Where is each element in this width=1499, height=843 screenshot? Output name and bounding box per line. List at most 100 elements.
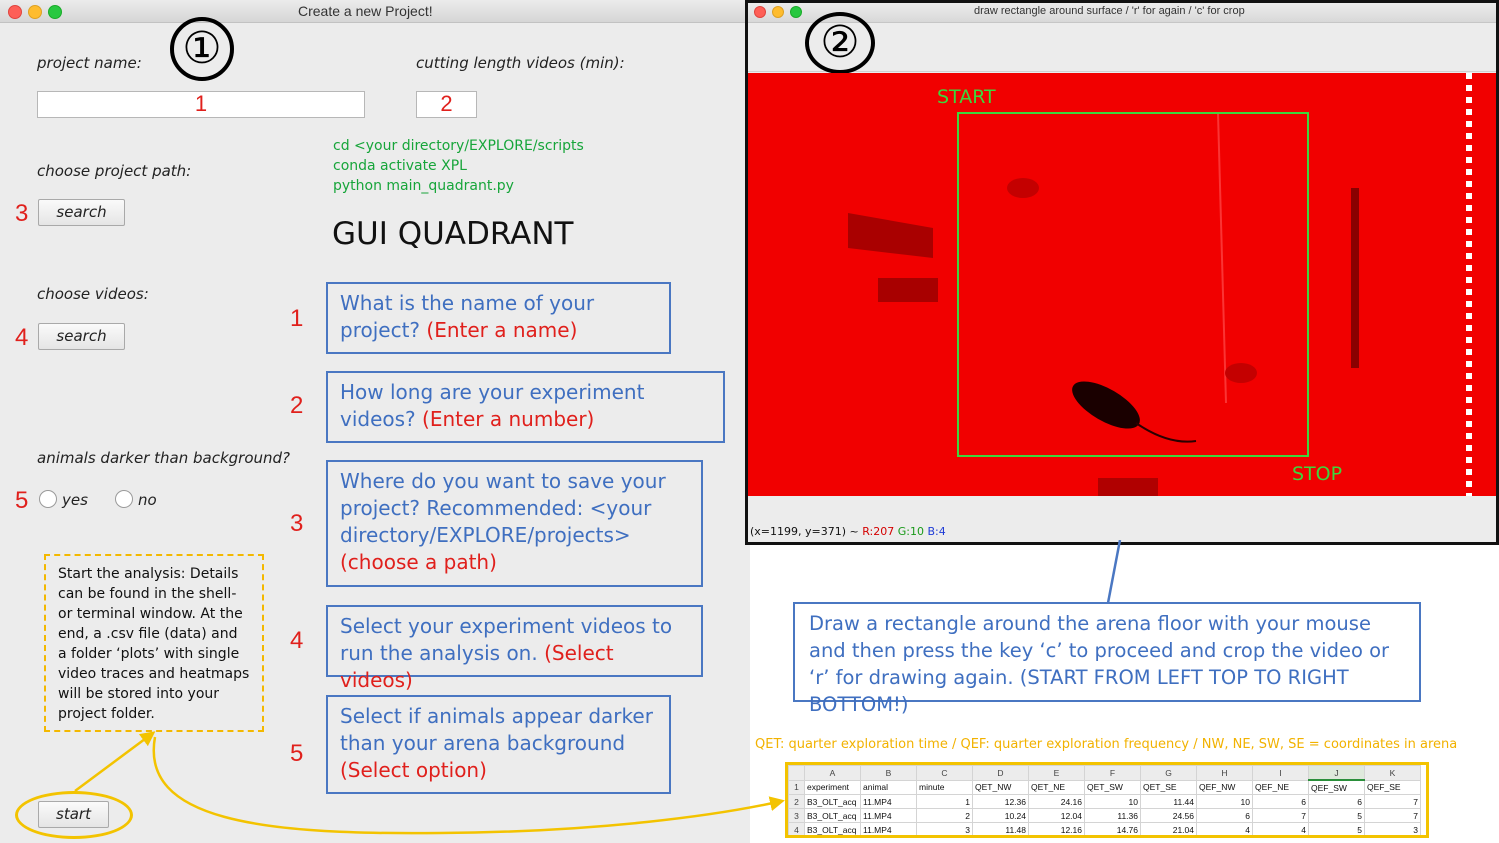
explanation-box-5: Select if animals appear darker than you… (326, 695, 671, 794)
step-marker-2: ② (805, 12, 875, 74)
sheet-column-header[interactable]: D (972, 765, 1029, 781)
close-window-button[interactable] (8, 5, 22, 19)
sheet-cell[interactable]: 7 (1364, 808, 1421, 823)
no-radio[interactable] (115, 490, 133, 508)
sheet-cell[interactable]: experiment (804, 779, 861, 795)
sheet-cell[interactable]: QET_NW (972, 779, 1029, 795)
start-note-box: Start the analysis: Details can be found… (44, 554, 264, 732)
maximize-window-button[interactable] (790, 6, 802, 18)
window-titlebar: Create a new Project! (0, 0, 750, 23)
sheet-cell[interactable]: minute (916, 779, 973, 795)
sheet-column-header[interactable]: F (1084, 765, 1141, 781)
sheet-column-header[interactable]: I (1252, 765, 1309, 781)
maximize-window-button[interactable] (48, 5, 62, 19)
sheet-row-number[interactable]: 4 (788, 822, 805, 835)
sheet-cell[interactable]: 3 (916, 822, 973, 835)
sheet-cell[interactable]: 6 (1308, 794, 1365, 809)
sheet-cell[interactable]: QET_NE (1028, 779, 1085, 795)
no-radio-label: no (138, 491, 157, 509)
sheet-cell[interactable]: QEF_SE (1364, 779, 1421, 795)
explanation-number-4: 4 (290, 627, 304, 654)
sheet-cell[interactable]: QEF_NE (1252, 779, 1309, 795)
sheet-cell[interactable]: 10 (1084, 794, 1141, 809)
sheet-cell[interactable]: 1 (916, 794, 973, 809)
pixel-r-value: R:207 (862, 525, 895, 538)
sheet-cell[interactable]: 3 (1364, 822, 1421, 835)
sheet-cell[interactable]: 6 (1196, 808, 1253, 823)
connector-line (1106, 540, 1122, 604)
sheet-row-number[interactable]: 3 (788, 808, 805, 823)
explanation-number-2: 2 (290, 392, 304, 419)
sheet-cell[interactable]: 21.04 (1140, 822, 1197, 835)
sheet-cell[interactable]: B3_OLT_acq (804, 794, 861, 809)
explanation-box-2: How long are your experiment videos? (En… (326, 371, 725, 443)
sheet-cell[interactable]: 2 (916, 808, 973, 823)
sheet-cell[interactable]: B3_OLT_acq (804, 822, 861, 835)
sheet-cell[interactable]: 12.16 (1028, 822, 1085, 835)
sheet-row-number[interactable]: 2 (788, 794, 805, 809)
explanation-action: (Select option) (340, 758, 487, 782)
yes-radio-label: yes (62, 491, 88, 509)
sheet-column-header[interactable] (788, 765, 805, 781)
sheet-cell[interactable]: 12.36 (972, 794, 1029, 809)
sheet-cell[interactable]: 10 (1196, 794, 1253, 809)
sheet-cell[interactable]: 11.MP4 (860, 822, 917, 835)
sheet-column-header[interactable]: C (916, 765, 973, 781)
sheet-cell[interactable]: 7 (1364, 794, 1421, 809)
sheet-column-header[interactable]: A (804, 765, 861, 781)
start-button[interactable]: start (38, 801, 109, 828)
legend-text: QET: quarter exploration time / QEF: qua… (755, 737, 1458, 752)
step-number-4: 4 (15, 324, 29, 351)
sheet-cell[interactable]: QET_SW (1084, 779, 1141, 795)
sheet-cell[interactable]: animal (860, 779, 917, 795)
sheet-column-header[interactable]: E (1028, 765, 1085, 781)
explanation-box-1: What is the name of your project? (Enter… (326, 282, 671, 354)
sheet-cell[interactable]: 7 (1252, 808, 1309, 823)
explanation-action: (Enter a name) (426, 318, 578, 342)
sheet-cell[interactable]: 11.44 (1140, 794, 1197, 809)
videos-search-button[interactable]: search (38, 323, 125, 350)
sheet-cell[interactable]: 24.16 (1028, 794, 1085, 809)
sheet-cell[interactable]: QET_SE (1140, 779, 1197, 795)
sheet-cell[interactable]: 12.04 (1028, 808, 1085, 823)
close-window-button[interactable] (754, 6, 766, 18)
step-number-5: 5 (15, 487, 29, 514)
explanation-text: Select your experiment videos to run the… (340, 614, 673, 665)
sheet-column-header[interactable]: H (1196, 765, 1253, 781)
explanation-action: (Enter a number) (422, 407, 595, 431)
table-row: 2 B3_OLT_acq 11.MP4 1 12.36 24.16 10 11.44 10 6 6 7 (788, 794, 1421, 809)
sheet-cell[interactable]: 5 (1308, 822, 1365, 835)
yes-radio[interactable] (39, 490, 57, 508)
sheet-column-header[interactable]: B (860, 765, 917, 781)
video-frame[interactable] (748, 73, 1496, 496)
project-path-label: choose project path: (37, 162, 192, 180)
cutting-length-input[interactable]: 2 (416, 91, 477, 118)
explanation-number-3: 3 (290, 510, 304, 537)
sheet-cell[interactable]: 4 (1252, 822, 1309, 835)
minimize-window-button[interactable] (772, 6, 784, 18)
sheet-cell[interactable]: QEF_NW (1196, 779, 1253, 795)
sheet-cell[interactable]: 24.56 (1140, 808, 1197, 823)
pixel-b-value: B:4 (927, 525, 946, 538)
minimize-window-button[interactable] (28, 5, 42, 19)
table-row: 1 experiment animal minute QET_NW QET_NE QET_S… (788, 779, 1421, 795)
sheet-cell[interactable]: 14.76 (1084, 822, 1141, 835)
sheet-cell[interactable]: 6 (1252, 794, 1309, 809)
sheet-cell[interactable]: 10.24 (972, 808, 1029, 823)
sheet-column-header[interactable]: G (1140, 765, 1197, 781)
sheet-column-header[interactable]: K (1364, 765, 1421, 781)
sheet-cell[interactable]: B3_OLT_acq (804, 808, 861, 823)
sheet-cell[interactable]: 11.48 (972, 822, 1029, 835)
sheet-cell[interactable]: 4 (1196, 822, 1253, 835)
sheet-cell[interactable]: 11.MP4 (860, 808, 917, 823)
sheet-cell[interactable]: QEF_SW (1308, 779, 1365, 795)
project-name-input[interactable]: 1 (37, 91, 365, 118)
sheet-row-number[interactable]: 1 (788, 779, 805, 795)
pixel-g-value: G:10 (897, 525, 924, 538)
sheet-column-header[interactable]: J (1308, 765, 1365, 781)
sheet-cell[interactable]: 11.MP4 (860, 794, 917, 809)
project-path-search-button[interactable]: search (38, 199, 125, 226)
sheet-cell[interactable]: 11.36 (1084, 808, 1141, 823)
sheet-cell[interactable]: 5 (1308, 808, 1365, 823)
command-line-2: conda activate XPL (333, 158, 467, 174)
